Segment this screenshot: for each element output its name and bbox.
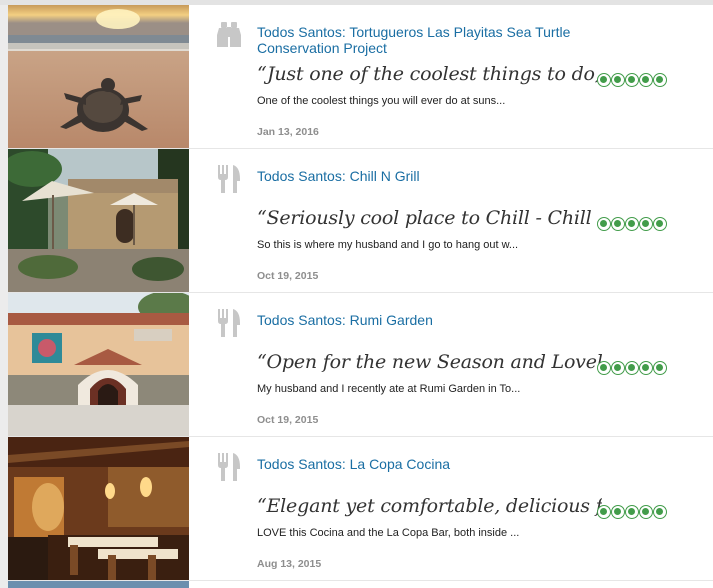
rating-bubble-icon: [625, 505, 639, 519]
review-item: Todos Santos: Chill N Grill “Seriously c…: [8, 149, 713, 293]
rating-bubble-icon: [653, 505, 667, 519]
rating-bubble-icon: [653, 217, 667, 231]
rating-bubble-icon: [639, 73, 653, 87]
binoculars-icon: [215, 19, 243, 51]
review-photo-rumi-garden[interactable]: [8, 293, 189, 436]
fork-knife-icon: [215, 163, 243, 195]
rating-bubble-icon: [653, 73, 667, 87]
rating-bubbles: [597, 505, 669, 521]
review-title-link[interactable]: Todos Santos: Tortugueros Las Playitas S…: [257, 24, 627, 56]
review-quote-link[interactable]: “Just one of the coolest things to do, .…: [257, 63, 602, 85]
review-snippet: One of the coolest things you will ever …: [257, 95, 506, 107]
rating-bubble-icon: [639, 505, 653, 519]
rating-bubble-icon: [639, 361, 653, 375]
rating-bubble-icon: [611, 73, 625, 87]
review-date: Aug 13, 2015: [257, 558, 322, 570]
review-date: Oct 19, 2015: [257, 270, 319, 282]
rating-bubble-icon: [611, 217, 625, 231]
review-date: Oct 19, 2015: [257, 414, 319, 426]
rating-bubble-icon: [597, 73, 611, 87]
review-list: Todos Santos: Tortugueros Las Playitas S…: [8, 5, 713, 588]
rating-bubble-icon: [653, 361, 667, 375]
rating-bubble-icon: [639, 217, 653, 231]
review-title-link[interactable]: Todos Santos: Chill N Grill: [257, 168, 627, 184]
review-quote-link[interactable]: “Seriously cool place to Chill - Chill .…: [257, 207, 602, 229]
review-photo-la-copa-cocina[interactable]: [8, 437, 189, 580]
rating-bubble-icon: [611, 361, 625, 375]
fork-knife-icon: [215, 307, 243, 339]
rating-bubbles: [597, 217, 669, 233]
rating-bubble-icon: [625, 361, 639, 375]
review-item: Todos Santos: Tortugueros Las Playitas S…: [8, 5, 713, 149]
rating-bubbles: [597, 361, 669, 377]
rating-bubble-icon: [597, 505, 611, 519]
review-photo-chill-n-grill[interactable]: [8, 149, 189, 292]
review-date: Jan 13, 2016: [257, 126, 319, 138]
rating-bubble-icon: [625, 73, 639, 87]
rating-bubble-icon: [597, 217, 611, 231]
review-snippet: LOVE this Cocina and the La Copa Bar, bo…: [257, 527, 520, 539]
rating-bubble-icon: [625, 217, 639, 231]
review-snippet: My husband and I recently ate at Rumi Ga…: [257, 383, 521, 395]
review-quote-link[interactable]: “Elegant yet comfortable, delicious f...: [257, 495, 602, 517]
review-item: Todos Santos: La Copa Cocina “Elegant ye…: [8, 437, 713, 581]
rating-bubble-icon: [597, 361, 611, 375]
review-title-link[interactable]: Todos Santos: La Copa Cocina: [257, 456, 627, 472]
fork-knife-icon: [215, 451, 243, 483]
rating-bubbles: [597, 73, 669, 89]
review-item: Todos Santos: Rumi Garden “Open for the …: [8, 293, 713, 437]
rating-bubble-icon: [611, 505, 625, 519]
review-snippet: So this is where my husband and I go to …: [257, 239, 519, 251]
review-photo-next[interactable]: [8, 581, 189, 588]
review-quote-link[interactable]: “Open for the new Season and Lovel...: [257, 351, 602, 373]
review-title-link[interactable]: Todos Santos: Rumi Garden: [257, 312, 627, 328]
review-photo-turtle-beach[interactable]: [8, 5, 189, 148]
